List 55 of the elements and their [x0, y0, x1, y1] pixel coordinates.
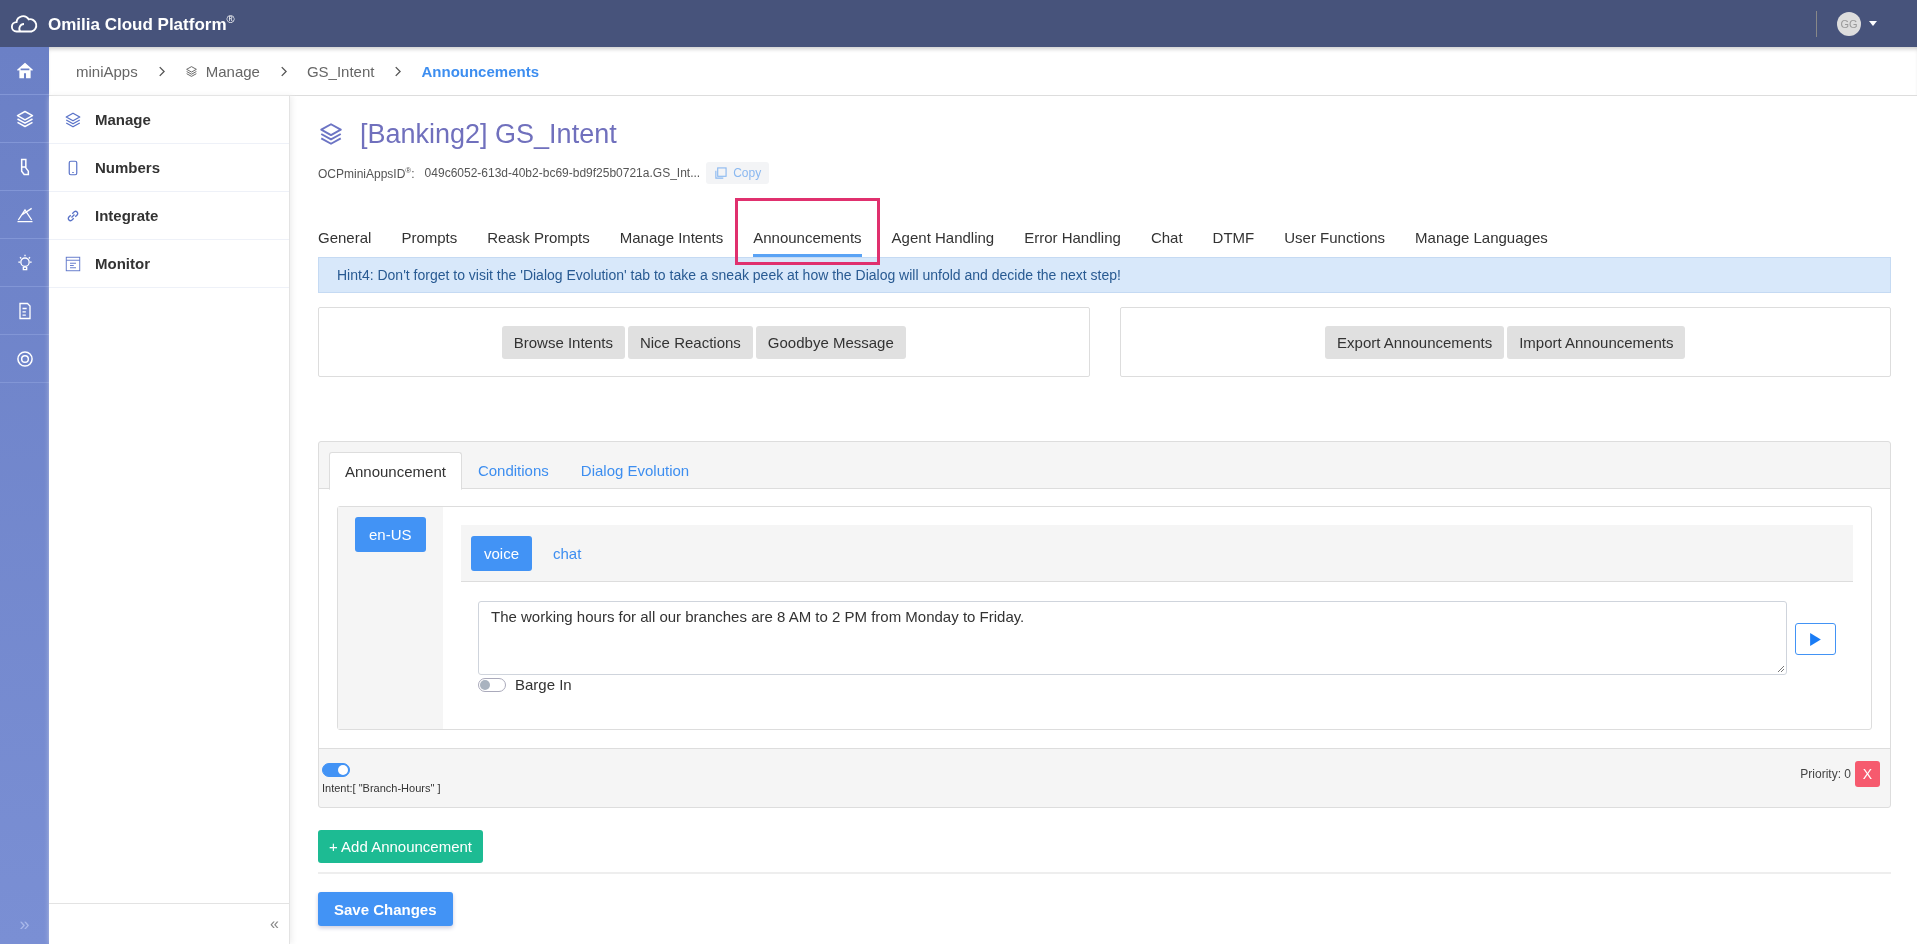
id-label: OCPminiAppsID$^{®}$:	[318, 165, 415, 181]
sidebar-item-label: Integrate	[95, 207, 159, 224]
layers-icon	[14, 108, 35, 129]
barge-in-toggle[interactable]	[478, 677, 506, 692]
tab[interactable]: General	[318, 220, 372, 257]
action-button[interactable]: Export Announcements	[1325, 325, 1505, 359]
sidebar-item[interactable]: Integrate	[49, 192, 289, 240]
page-title: [Banking2] GS_Intent	[360, 118, 617, 150]
announcement-text-field[interactable]: The working hours for all our branches are 8 AM to 2 PM from Monday to Friday.	[478, 601, 1787, 675]
tab[interactable]: Error Handling	[1024, 220, 1121, 257]
action-button[interactable]: Browse Intents	[501, 325, 625, 359]
tab[interactable]: Reask Prompts	[487, 220, 590, 257]
breadcrumb-link[interactable]: Manage	[205, 62, 260, 80]
chevron-right-icon	[157, 65, 165, 77]
action-button[interactable]: Goodbye Message	[755, 325, 906, 359]
id-value: 049c6052-613d-40b2-bc69-bd9f25b0721a.GS_Int...	[424, 166, 701, 180]
layers-icon	[64, 110, 82, 129]
sidebar-item-label: Monitor	[95, 255, 150, 272]
hint-banner: Hint4: Don't forget to visit the 'Dialog Evolution' tab to take a sneak peek at how the Dialog will unfold and decide the next step!	[318, 257, 1891, 293]
chevron-right-icon	[279, 65, 287, 77]
priority-label: Priority: 0	[1800, 767, 1851, 781]
copy-icon	[714, 166, 728, 180]
play-icon	[1809, 631, 1822, 647]
sidebar-item[interactable]: Monitor	[49, 240, 289, 288]
sidebar-item-label: Manage	[95, 111, 151, 128]
action-button[interactable]: Nice Reactions	[627, 325, 753, 359]
play-button[interactable]	[1795, 623, 1836, 655]
layers-icon	[184, 64, 198, 78]
cloud-logo-icon	[10, 12, 38, 35]
chevron-right-icon	[394, 65, 402, 77]
enabled-toggle[interactable]	[322, 762, 350, 777]
sidebar-item[interactable]: Manage	[49, 96, 289, 144]
action-button[interactable]: Import Announcements	[1507, 325, 1686, 359]
panel-tab[interactable]: Announcement	[329, 452, 462, 490]
resize-grip-icon[interactable]	[1777, 665, 1785, 673]
app-title: Omilia Cloud Platform$^{®}$	[48, 12, 235, 35]
tab[interactable]: Chat	[1150, 220, 1183, 257]
home-icon	[14, 60, 35, 81]
intent-label: Intent:[ "Branch-Hours" ]	[322, 781, 441, 794]
tab[interactable]: Prompts	[401, 220, 458, 257]
collapse-toggle[interactable]: «	[49, 903, 289, 944]
tab[interactable]: Agent Handling	[891, 220, 995, 257]
sidebar-item-label: Numbers	[95, 159, 161, 176]
breadcrumb-link[interactable]: miniApps	[76, 62, 138, 80]
caret-icon[interactable]	[1869, 20, 1877, 27]
sidebar-item[interactable]: Numbers	[49, 144, 289, 192]
tab[interactable]: User Functions	[1284, 220, 1386, 257]
lifebuoy-icon	[14, 348, 35, 369]
monitor-icon	[64, 254, 82, 273]
breadcrumb-link[interactable]: GS_Intent	[306, 62, 375, 80]
tab[interactable]: Manage Languages	[1415, 220, 1548, 257]
tab[interactable]: Manage Intents	[619, 220, 724, 257]
layers-icon	[318, 121, 344, 147]
tab[interactable]: DTMF	[1212, 220, 1255, 257]
barge-in-label: Barge In	[515, 676, 572, 693]
